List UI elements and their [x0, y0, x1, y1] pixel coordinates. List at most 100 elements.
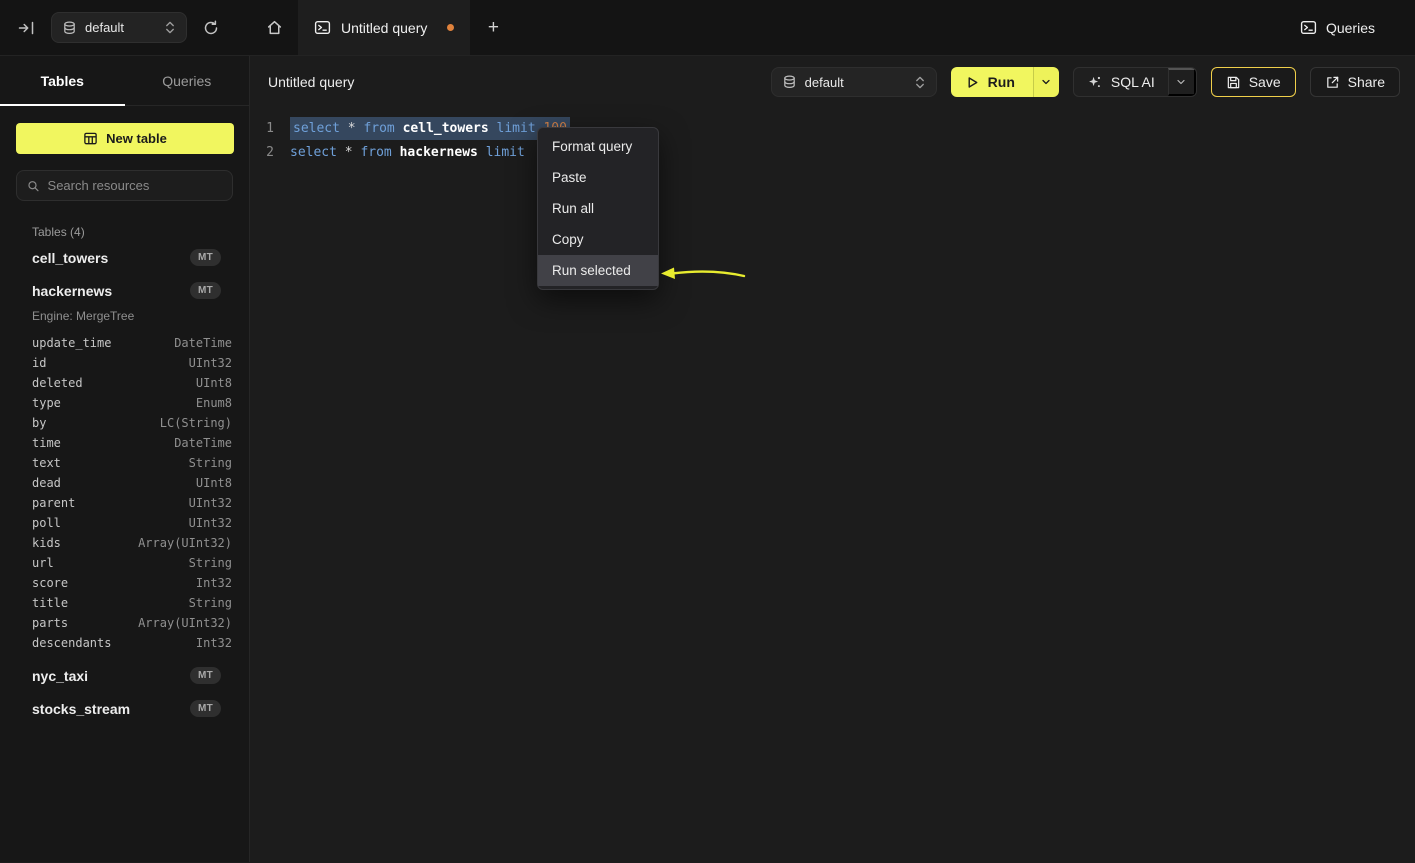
line-number: 2	[266, 145, 274, 160]
column-name: id	[32, 356, 46, 370]
run-button[interactable]: Run	[951, 67, 1033, 97]
tab-home[interactable]	[250, 0, 298, 55]
save-button-label: Save	[1249, 74, 1281, 90]
table-grid-icon	[83, 131, 98, 146]
topbar-spacer	[516, 0, 1300, 55]
search-box	[16, 170, 233, 201]
sql-ai-button-label: SQL AI	[1111, 74, 1155, 90]
code-text: select * from hackernews limit	[290, 145, 525, 160]
column-type: Int32	[196, 636, 232, 650]
sql-keyword: from	[363, 121, 394, 136]
tab-untitled-query[interactable]: Untitled query	[298, 0, 470, 55]
new-tab-button[interactable]: +	[470, 0, 516, 55]
editor-database-selector[interactable]: default	[771, 67, 937, 97]
engine-badge: MT	[190, 700, 221, 717]
table-list: cell_towers MT hackernews MT Engine: Mer…	[0, 241, 249, 725]
sql-keyword: limit	[497, 121, 536, 136]
chevron-updown-icon	[164, 20, 176, 35]
database-icon	[62, 20, 77, 36]
menu-item-format-query[interactable]: Format query	[538, 131, 658, 162]
column-name: text	[32, 456, 61, 470]
app-body: Tables Queries New table Tables (4) cell…	[0, 56, 1415, 862]
refresh-button[interactable]	[201, 18, 221, 38]
search-input[interactable]	[48, 178, 222, 193]
column-row: idUInt32	[0, 353, 249, 373]
new-table-button-label: New table	[106, 131, 167, 146]
column-name: type	[32, 396, 61, 410]
unsaved-indicator-dot	[447, 24, 454, 31]
query-header-controls: default Run	[771, 67, 1400, 97]
tables-section-label: Tables (4)	[32, 225, 249, 239]
sidebar-tab-tables[interactable]: Tables	[0, 56, 125, 105]
column-row: titleString	[0, 593, 249, 613]
sql-editor[interactable]: 1 select * from cell_towers limit 100 2 …	[250, 108, 1415, 862]
table-name: cell_towers	[32, 250, 108, 266]
chevron-down-icon	[1175, 76, 1187, 88]
save-button[interactable]: Save	[1211, 67, 1296, 97]
sql-table-name: hackernews	[400, 145, 478, 160]
column-type: Enum8	[196, 396, 232, 410]
column-name: time	[32, 436, 61, 450]
home-icon	[266, 19, 283, 36]
table-row-cell-towers[interactable]: cell_towers MT	[0, 241, 249, 274]
engine-label: Engine: MergeTree	[32, 309, 249, 323]
column-name: by	[32, 416, 46, 430]
sql-keyword: select	[290, 145, 337, 160]
column-row: deadUInt8	[0, 473, 249, 493]
run-options-button[interactable]	[1033, 67, 1059, 97]
column-name: parts	[32, 616, 68, 630]
table-name: stocks_stream	[32, 701, 130, 717]
column-row: update_time DateTime	[0, 333, 249, 353]
menu-item-run-selected[interactable]: Run selected	[538, 255, 658, 286]
sidebar-tab-queries[interactable]: Queries	[125, 56, 250, 105]
column-row: type Enum8	[0, 393, 249, 413]
column-type: Array(UInt32)	[138, 616, 232, 630]
menu-item-paste[interactable]: Paste	[538, 162, 658, 193]
sql-ai-options-button[interactable]	[1168, 68, 1196, 96]
query-title: Untitled query	[268, 74, 354, 90]
line-number: 1	[266, 121, 274, 136]
menu-item-run-all[interactable]: Run all	[538, 193, 658, 224]
column-type: UInt8	[196, 476, 232, 490]
sidebar-tabs: Tables Queries	[0, 56, 249, 106]
topbar: default Untitled query + Queries	[0, 0, 1415, 56]
editor-line-2: 2 select * from hackernews limit	[266, 140, 1415, 164]
main-panel: Untitled query default Run	[250, 56, 1415, 862]
column-type: DateTime	[174, 436, 232, 450]
column-row: deletedUInt8	[0, 373, 249, 393]
sql-operator: *	[345, 145, 353, 160]
column-type: String	[189, 456, 232, 470]
column-type: String	[189, 596, 232, 610]
run-button-group: Run	[951, 67, 1059, 97]
editor-line-1: 1 select * from cell_towers limit 100	[266, 116, 1415, 140]
query-header: Untitled query default Run	[250, 56, 1415, 108]
column-type: DateTime	[174, 336, 232, 350]
database-icon	[782, 74, 797, 90]
table-row-hackernews[interactable]: hackernews MT	[0, 274, 249, 307]
share-button[interactable]: Share	[1310, 67, 1400, 97]
sql-keyword: limit	[486, 145, 525, 160]
column-type: LC(String)	[160, 416, 232, 430]
queries-button[interactable]: Queries	[1300, 0, 1415, 55]
sql-table-name: cell_towers	[403, 121, 489, 136]
column-row: by LC(String)	[0, 413, 249, 433]
column-name: update_time	[32, 336, 111, 350]
table-row-nyc-taxi[interactable]: nyc_taxi MT	[0, 659, 249, 692]
console-tab-icon	[314, 19, 331, 36]
engine-badge: MT	[190, 249, 221, 266]
sql-ai-button[interactable]: SQL AI	[1074, 68, 1168, 96]
save-icon	[1226, 75, 1241, 90]
engine-badge: MT	[190, 282, 221, 299]
column-list: update_time DateTime idUInt32 deletedUInt…	[0, 333, 249, 653]
sidebar-collapse-button[interactable]	[16, 18, 37, 38]
chevron-updown-icon	[914, 75, 926, 90]
menu-item-copy[interactable]: Copy	[538, 224, 658, 255]
new-table-button[interactable]: New table	[16, 123, 234, 154]
topbar-left: default	[0, 0, 250, 55]
table-row-stocks-stream[interactable]: stocks_stream MT	[0, 692, 249, 725]
column-type: UInt8	[196, 376, 232, 390]
column-row: kidsArray(UInt32)	[0, 533, 249, 553]
column-name: parent	[32, 496, 75, 510]
topbar-database-selector[interactable]: default	[51, 12, 187, 43]
refresh-icon	[203, 20, 219, 36]
